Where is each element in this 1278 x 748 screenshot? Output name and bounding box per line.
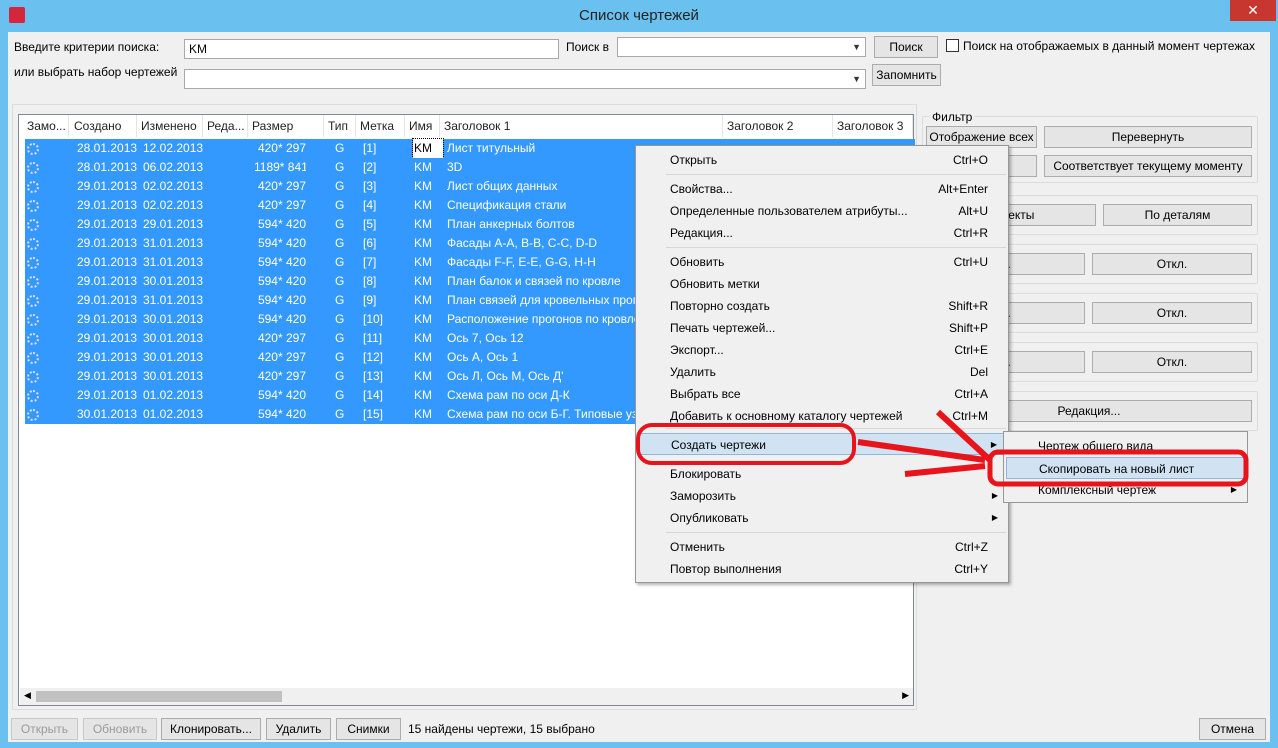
highlight-create-drawings [636, 423, 856, 465]
highlight-copy-to-new-sheet [987, 449, 1249, 487]
arrow-annotation [857, 439, 986, 477]
red-annotations [636, 409, 1249, 487]
